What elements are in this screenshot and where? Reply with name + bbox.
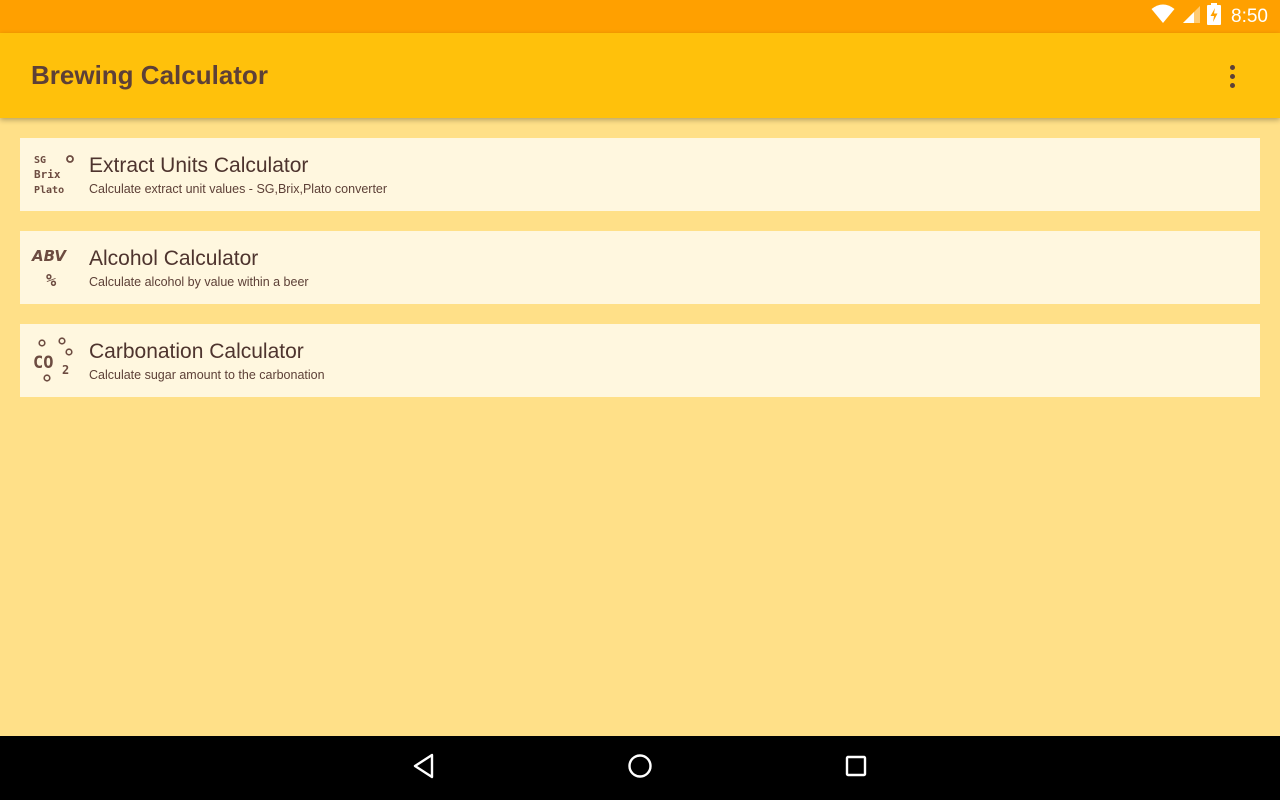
svg-text:Plato: Plato [34,185,64,196]
card-title: Extract Units Calculator [89,154,309,177]
status-icons: 8:50 [1151,0,1268,33]
back-button[interactable] [406,750,442,786]
extract-units-calculator-item[interactable]: SG Brix Plato Extract Units Calculator C… [20,138,1260,211]
back-icon [411,752,437,785]
home-button[interactable] [622,750,658,786]
wifi-icon [1151,4,1175,29]
app-bar: Brewing Calculator [0,33,1280,118]
abv-percent-icon: ABV % [30,243,80,293]
sg-brix-plato-icon: SG Brix Plato [30,150,80,200]
alcohol-calculator-item[interactable]: ABV % Alcohol Calculator Calculate alcoh… [20,231,1260,304]
svg-text:ABV: ABV [31,247,67,265]
battery-charging-icon [1207,3,1222,30]
app-title: Brewing Calculator [31,60,268,90]
svg-text:2: 2 [62,363,69,377]
svg-text:CO: CO [33,353,53,373]
overflow-menu-button[interactable] [1220,60,1244,92]
card-subtitle: Calculate alcohol by value within a beer [89,275,309,289]
co2-bubbles-icon: CO 2 [30,336,80,386]
svg-text:%: % [46,271,57,291]
carbonation-calculator-item[interactable]: CO 2 Carbonation Calculator Calculate su… [20,324,1260,397]
card-title: Alcohol Calculator [89,247,259,270]
recents-icon [843,753,869,784]
status-bar: 8:50 [0,0,1280,33]
home-icon [626,752,654,785]
card-subtitle: Calculate sugar amount to the carbonatio… [89,368,325,382]
card-title: Carbonation Calculator [89,340,304,363]
svg-text:Brix: Brix [34,168,61,181]
card-subtitle: Calculate extract unit values - SG,Brix,… [89,182,388,196]
cell-signal-icon [1181,4,1201,29]
calculator-list: SG Brix Plato Extract Units Calculator C… [20,138,1260,417]
more-vert-icon [1229,64,1235,70]
status-time: 8:50 [1231,5,1268,27]
svg-text:SG: SG [34,155,46,166]
recents-button[interactable] [838,750,874,786]
navigation-bar [0,736,1280,800]
